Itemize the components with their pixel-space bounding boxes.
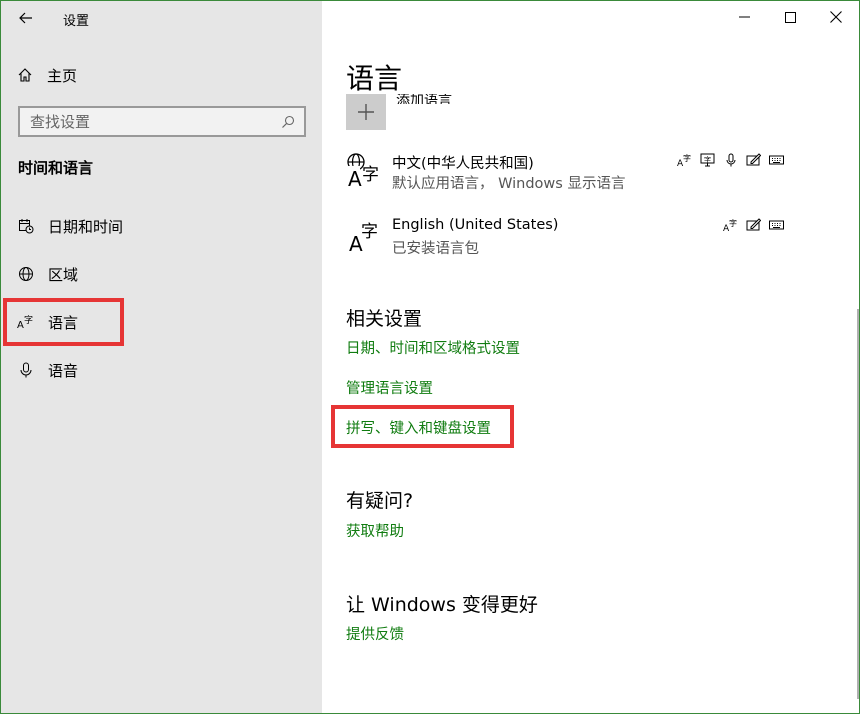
related-settings-title: 相关设置 bbox=[346, 308, 423, 330]
sidebar-item-label: 语音 bbox=[48, 361, 79, 380]
home-nav-item[interactable]: 主页 bbox=[17, 63, 77, 87]
add-language-label: 添加语言 bbox=[396, 94, 452, 104]
svg-text:字: 字 bbox=[683, 153, 691, 163]
sidebar-item-datetime[interactable]: 日期和时间 bbox=[17, 211, 307, 241]
scrollbar[interactable] bbox=[857, 309, 859, 699]
link-date-time-region-format[interactable]: 日期、时间和区域格式设置 bbox=[346, 337, 520, 358]
home-icon bbox=[18, 68, 32, 82]
language-item-chinese[interactable]: A字 中文(中华人民共和国) 默认应用语言， Windows 显示语言 A字 字 bbox=[346, 152, 816, 202]
settings-window: 设置 主页 时间和语言 日期和时间 区域 A字 bbox=[0, 0, 860, 714]
link-manage-language-settings[interactable]: 管理语言设置 bbox=[346, 377, 433, 398]
language-icon: A字 bbox=[346, 217, 384, 256]
language-item-english[interactable]: A字 English (United States) 已安装语言包 A字 bbox=[346, 217, 816, 267]
page-title: 语言 bbox=[346, 62, 403, 95]
svg-text:字: 字 bbox=[362, 165, 379, 185]
language-subtitle: 已安装语言包 bbox=[392, 241, 479, 257]
speech-icon bbox=[723, 152, 738, 167]
section-title: 时间和语言 bbox=[18, 159, 94, 177]
close-icon bbox=[830, 11, 842, 23]
minimize-button[interactable] bbox=[721, 1, 767, 33]
language-features: A字 bbox=[723, 217, 784, 233]
main-content: 语言 添加语言 A字 中文(中华人民共和国) 默认应用语言， Windows 显… bbox=[322, 1, 859, 713]
svg-text:字: 字 bbox=[729, 218, 737, 228]
sidebar-item-label: 日期和时间 bbox=[48, 217, 124, 236]
sidebar-item-speech[interactable]: 语音 bbox=[17, 355, 307, 385]
improve-windows-title: 让 Windows 变得更好 bbox=[346, 594, 538, 616]
handwriting-icon bbox=[746, 217, 761, 232]
handwriting-icon bbox=[746, 152, 761, 167]
language-pack-icon: A字 bbox=[677, 152, 692, 167]
sidebar-item-region[interactable]: 区域 bbox=[17, 259, 307, 289]
language-subtitle: 默认应用语言， Windows 显示语言 bbox=[392, 176, 626, 192]
home-label: 主页 bbox=[47, 66, 78, 85]
back-arrow-icon bbox=[19, 12, 32, 24]
keyboard-icon bbox=[769, 217, 784, 232]
link-give-feedback[interactable]: 提供反馈 bbox=[346, 623, 404, 644]
maximize-button[interactable] bbox=[767, 1, 813, 33]
globe-icon bbox=[17, 265, 35, 283]
close-button[interactable] bbox=[813, 1, 859, 33]
language-name: 中文(中华人民共和国) bbox=[392, 156, 534, 172]
svg-text:A: A bbox=[348, 167, 362, 190]
keyboard-settings-highlight-box bbox=[331, 405, 514, 448]
sidebar-item-label: 区域 bbox=[48, 265, 79, 284]
back-button[interactable] bbox=[13, 5, 39, 31]
sidebar: 设置 主页 时间和语言 日期和时间 区域 A字 bbox=[1, 1, 322, 713]
maximize-icon bbox=[784, 11, 796, 23]
plus-icon bbox=[346, 94, 386, 130]
keyboard-icon bbox=[769, 152, 784, 167]
minimize-icon bbox=[738, 16, 750, 18]
svg-text:字: 字 bbox=[704, 155, 711, 164]
link-get-help[interactable]: 获取帮助 bbox=[346, 520, 404, 541]
language-highlight-box bbox=[3, 298, 124, 346]
svg-text:字: 字 bbox=[361, 222, 378, 242]
display-icon: 字 bbox=[700, 152, 715, 167]
calendar-clock-icon bbox=[17, 217, 35, 235]
language-name: English (United States) bbox=[392, 217, 559, 233]
add-language-button[interactable]: 添加语言 bbox=[346, 94, 452, 130]
microphone-icon bbox=[17, 361, 35, 379]
search-input[interactable] bbox=[30, 112, 280, 131]
language-globe-icon: A字 bbox=[346, 152, 384, 191]
language-features: A字 字 bbox=[677, 152, 784, 168]
question-title: 有疑问? bbox=[346, 490, 414, 512]
search-icon[interactable] bbox=[280, 114, 296, 130]
search-box[interactable] bbox=[18, 106, 306, 137]
language-pack-icon: A字 bbox=[723, 217, 738, 232]
app-title: 设置 bbox=[63, 14, 90, 29]
